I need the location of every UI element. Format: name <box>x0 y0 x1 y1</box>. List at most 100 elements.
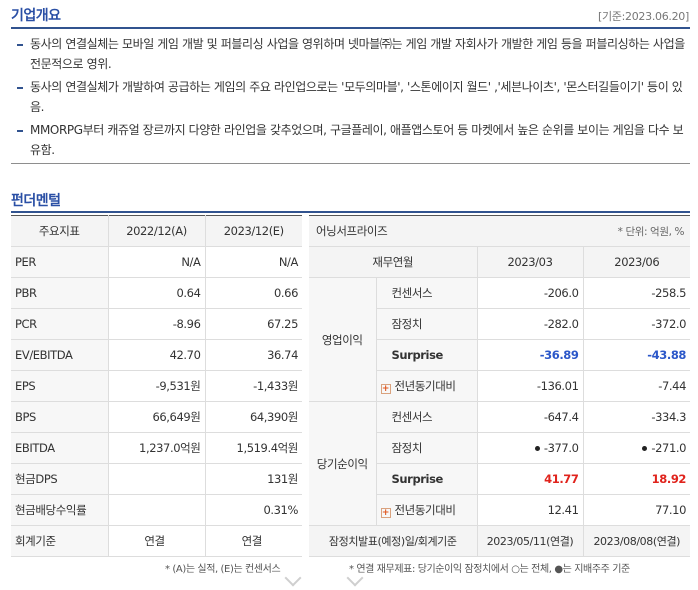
header-indicator: 주요지표 <box>11 215 108 247</box>
fundamental-title: 펀더멘털 <box>11 193 61 209</box>
announce-date-label: 잠정치발표(예정)일/회계기준 <box>309 525 478 557</box>
surprise-value: 18.92 <box>582 463 691 495</box>
table-row: 영업이익 컨센서스 -206.0 -258.5 <box>309 277 691 402</box>
header-2023-06: 2023/06 <box>582 246 691 278</box>
cell-value: 66,649원 <box>107 401 205 433</box>
cell-value: -206.0 <box>477 277 584 309</box>
table-row: 현금DPS 131원 <box>11 463 302 495</box>
row-label: 전년동기대비 <box>394 503 456 517</box>
surprise-value: -36.89 <box>477 339 584 371</box>
cell-value-wrap: -377.0 <box>477 432 584 464</box>
table-row: 당기순이익 컨센서스 -647.4 -334.3 <box>309 401 691 526</box>
row-label-yoy: + 전년동기대비 <box>376 370 478 402</box>
cell-value: 연결 <box>107 525 205 557</box>
earnings-table: 어닝서프라이즈 * 단위: 억원, % 재무연월 2023/03 2023/06… <box>309 215 691 557</box>
cell-value: 42.70 <box>107 339 205 371</box>
overview-bottom-rule <box>11 163 690 164</box>
cell-value: -8.96 <box>107 308 205 340</box>
cell-value: -377.0 <box>543 441 579 455</box>
table-row: 잠정치발표(예정)일/회계기준 2023/05/11(연결) 2023/08/0… <box>309 525 691 557</box>
group-operating-income: 영업이익 <box>309 277 377 402</box>
cell-value: 0.64 <box>107 277 205 309</box>
cell-value: 1,519.4억원 <box>204 432 302 464</box>
surprise-value: -43.88 <box>582 339 691 371</box>
fundamental-top-rule <box>11 211 690 213</box>
fundamental-note: * (A)는 실적, (E)는 컨센서스 <box>165 564 281 575</box>
controlling-dot-icon <box>534 446 540 451</box>
surprise-value: 41.77 <box>477 463 584 495</box>
cell-value: 1,237.0억원 <box>107 432 205 464</box>
row-label: PCR <box>11 308 108 340</box>
cell-value: -647.4 <box>477 401 584 433</box>
row-label: 현금배당수익률 <box>11 494 108 526</box>
row-label: EV/EBITDA <box>11 339 108 371</box>
cell-value: -1,433원 <box>204 370 302 402</box>
cell-value: 12.41 <box>477 494 584 526</box>
cell-value: 2023/05/11(연결) <box>476 525 584 557</box>
header-2023: 2023/12(E) <box>204 215 302 247</box>
cell-value: 연결 <box>204 525 302 557</box>
table-row: EV/EBITDA 42.70 36.74 <box>11 339 302 371</box>
cell-value: N/A <box>107 246 205 278</box>
row-label: PBR <box>11 277 108 309</box>
overview-list: 동사의 연결실체는 모바일 게임 개발 및 퍼블리싱 사업을 영위하며 넷마블㈜… <box>16 35 686 164</box>
cell-value: 131원 <box>204 463 302 495</box>
table-row: PBR 0.64 0.66 <box>11 277 302 309</box>
cell-value: -282.0 <box>477 308 584 340</box>
chevron-down-icon[interactable] <box>284 569 302 587</box>
cell-value-wrap: -271.0 <box>582 432 691 464</box>
table-row: EPS -9,531원 -1,433원 <box>11 370 302 402</box>
overview-item: MMORPG부터 캐쥬얼 장르까지 다양한 라인업을 갖추었으며, 구글플레이,… <box>16 121 686 160</box>
row-label: 잠정치 <box>376 308 478 340</box>
cell-value: 67.25 <box>204 308 302 340</box>
cell-value: -372.0 <box>582 308 691 340</box>
row-label-yoy: + 전년동기대비 <box>376 494 478 526</box>
row-label: EPS <box>11 370 108 402</box>
cell-value: 0.31% <box>204 494 302 526</box>
cell-value: -271.0 <box>651 441 687 455</box>
cell-value: -334.3 <box>582 401 691 433</box>
cell-value: -258.5 <box>582 277 691 309</box>
cell-value: 77.10 <box>582 494 691 526</box>
table-row: EBITDA 1,237.0억원 1,519.4억원 <box>11 432 302 464</box>
row-label: BPS <box>11 401 108 433</box>
earnings-note: * 연결 재무제표: 당기순이익 잠정치에서 ○는 전체, ●는 지배주주 기준 <box>349 564 630 575</box>
row-label: 현금DPS <box>11 463 108 495</box>
cell-value <box>107 463 205 495</box>
row-label: 전년동기대비 <box>394 379 456 393</box>
cell-value: 2023/08/08(연결) <box>582 525 691 557</box>
cell-value: 0.66 <box>204 277 302 309</box>
row-label: 회계기준 <box>11 525 108 557</box>
overview-top-rule <box>11 27 690 29</box>
controlling-dot-icon <box>642 446 648 451</box>
table-row: 현금배당수익률 0.31% <box>11 494 302 526</box>
table-row: 회계기준 연결 연결 <box>11 525 302 557</box>
header-2022: 2022/12(A) <box>107 215 205 247</box>
expand-plus-icon[interactable]: + <box>380 384 391 394</box>
group-net-income: 당기순이익 <box>309 401 377 526</box>
earnings-title: 어닝서프라이즈 <box>309 215 478 247</box>
row-label: PER <box>11 246 108 278</box>
row-label: 잠정치 <box>376 432 478 464</box>
header-period: 재무연월 <box>309 246 478 278</box>
cell-value: -136.01 <box>477 370 584 402</box>
reference-date: [기준:2023.06.20] <box>597 10 689 23</box>
cell-value: 36.74 <box>204 339 302 371</box>
cell-value: N/A <box>204 246 302 278</box>
row-label: EBITDA <box>11 432 108 464</box>
row-label: Surprise <box>376 463 478 495</box>
row-label: 컨센서스 <box>376 401 478 433</box>
fundamental-table: 주요지표 2022/12(A) 2023/12(E) PER N/A N/A PBR… <box>11 215 302 557</box>
table-row: PCR -8.96 67.25 <box>11 308 302 340</box>
header-2023-03: 2023/03 <box>476 246 584 278</box>
table-row: PER N/A N/A <box>11 246 302 278</box>
overview-title: 기업개요 <box>11 8 61 24</box>
cell-value: 64,390원 <box>204 401 302 433</box>
unit-note: * 단위: 억원, % <box>477 215 691 247</box>
expand-plus-icon[interactable]: + <box>380 508 391 518</box>
cell-value: -9,531원 <box>107 370 205 402</box>
overview-item: 동사의 연결실체가 개발하여 공급하는 게임의 주요 라인업으로는 '모두의마블… <box>16 78 686 117</box>
overview-item: 동사의 연결실체는 모바일 게임 개발 및 퍼블리싱 사업을 영위하며 넷마블㈜… <box>16 35 686 74</box>
row-label: 컨센서스 <box>376 277 478 309</box>
cell-value: -7.44 <box>582 370 691 402</box>
